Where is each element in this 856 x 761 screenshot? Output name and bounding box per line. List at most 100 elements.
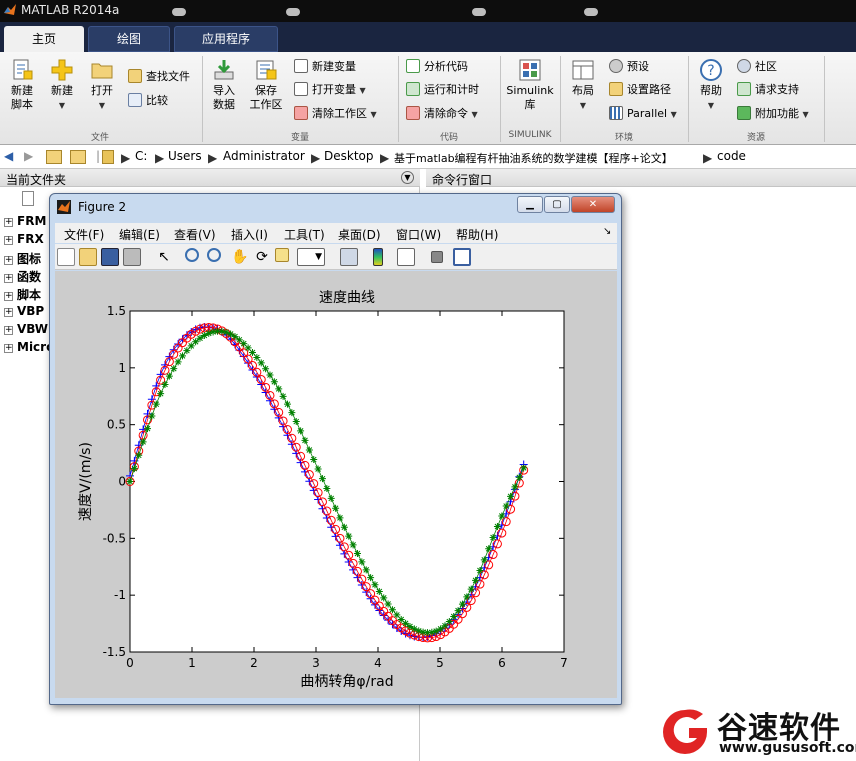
tab-home[interactable]: 主页 bbox=[4, 26, 84, 52]
folder-item[interactable]: + FRX bbox=[4, 232, 44, 246]
x-tick-label: 3 bbox=[312, 656, 320, 670]
chevron-down-icon: ▼ bbox=[579, 101, 587, 110]
new-script-button[interactable]: 新建 脚本 bbox=[4, 58, 40, 112]
breadcrumb-administrator[interactable]: Administrator bbox=[223, 149, 305, 163]
tab-apps[interactable]: 应用程序 bbox=[174, 26, 278, 52]
minimize-button[interactable]: ▁ bbox=[517, 196, 543, 213]
breadcrumb-users[interactable]: Users bbox=[168, 149, 202, 163]
pan-hand-icon[interactable]: ✋ bbox=[231, 248, 249, 266]
folder-item[interactable]: + VBW bbox=[4, 322, 48, 336]
preferences-button[interactable]: 预设 bbox=[609, 58, 649, 76]
pointer-icon[interactable]: ↖ bbox=[155, 248, 173, 266]
folder-item[interactable]: + 图标 bbox=[4, 250, 41, 267]
open-variable-button[interactable]: 打开变量 ▼ bbox=[294, 81, 366, 99]
request-support-label: 请求支持 bbox=[755, 83, 799, 96]
expand-icon[interactable]: + bbox=[4, 218, 13, 227]
folder-item[interactable]: + FRM bbox=[4, 214, 46, 228]
rotate-3d-icon[interactable]: ⟳ bbox=[253, 248, 271, 266]
expand-icon[interactable]: + bbox=[4, 236, 13, 245]
browse-folder-icon[interactable] bbox=[70, 150, 86, 164]
current-folder-header: 当前文件夹 ▼ bbox=[0, 169, 420, 187]
open-file-icon[interactable] bbox=[79, 248, 97, 266]
request-support-button[interactable]: 请求支持 bbox=[737, 81, 799, 99]
breadcrumb-project-folder[interactable]: 基于matlab编程有杆抽油系统的数学建模【程序+论文】 bbox=[394, 150, 673, 166]
parallel-button[interactable]: Parallel ▼ bbox=[609, 105, 677, 123]
expand-icon[interactable]: + bbox=[4, 344, 13, 353]
breadcrumb-code[interactable]: code bbox=[717, 149, 746, 163]
open-label: 打开 bbox=[91, 84, 113, 97]
menu-view[interactable]: 查看(V) bbox=[174, 226, 216, 243]
folder-icon bbox=[91, 63, 113, 79]
tab-plots[interactable]: 绘图 bbox=[88, 26, 170, 52]
compare-button[interactable]: 比较 bbox=[128, 92, 168, 110]
folder-item[interactable]: + VBP bbox=[4, 304, 44, 318]
colorbar-icon[interactable] bbox=[373, 248, 383, 266]
menu-edit[interactable]: 编辑(E) bbox=[119, 226, 160, 243]
series-point bbox=[130, 465, 138, 473]
menu-file[interactable]: 文件(F) bbox=[64, 226, 104, 243]
community-button[interactable]: 社区 bbox=[737, 58, 777, 76]
hide-tools-icon[interactable] bbox=[431, 251, 443, 263]
menu-desktop[interactable]: 桌面(D) bbox=[338, 226, 381, 243]
link-plot-icon[interactable] bbox=[340, 248, 358, 266]
series-point bbox=[275, 385, 283, 393]
command-window-header: 命令行窗口 bbox=[426, 169, 856, 187]
expand-icon[interactable]: + bbox=[4, 292, 13, 301]
parallel-icon bbox=[609, 106, 623, 120]
menu-insert[interactable]: 插入(I) bbox=[231, 226, 268, 243]
analyze-code-button[interactable]: 分析代码 bbox=[406, 58, 468, 76]
panel-menu-icon[interactable]: ▼ bbox=[401, 171, 414, 184]
expand-icon[interactable]: + bbox=[4, 274, 13, 283]
expand-icon[interactable]: + bbox=[4, 256, 13, 265]
menu-tools[interactable]: 工具(T) bbox=[284, 226, 325, 243]
breadcrumb-drive[interactable]: C: bbox=[135, 149, 147, 163]
folder-item[interactable]: + 函数 bbox=[4, 268, 41, 285]
run-and-time-button[interactable]: 运行和计时 bbox=[406, 81, 479, 99]
help-button[interactable]: ? 帮助 ▼ bbox=[694, 58, 728, 113]
simulink-library-button[interactable]: Simulink 库 bbox=[504, 58, 556, 112]
folder-item[interactable]: + Micro bbox=[4, 340, 54, 354]
menu-window[interactable]: 窗口(W) bbox=[396, 226, 441, 243]
find-files-button[interactable]: 查找文件 bbox=[128, 68, 190, 86]
print-icon[interactable] bbox=[123, 248, 141, 266]
figure-title: Figure 2 bbox=[78, 200, 127, 214]
folder-icon bbox=[102, 150, 114, 164]
folder-item[interactable]: + 脚本 bbox=[4, 286, 41, 303]
addons-button[interactable]: 附加功能 ▼ bbox=[737, 105, 809, 123]
zoom-out-icon[interactable] bbox=[207, 248, 221, 262]
expand-icon[interactable]: + bbox=[4, 308, 13, 317]
clear-workspace-button[interactable]: 清除工作区 ▼ bbox=[294, 105, 377, 123]
maximize-button[interactable]: ▢ bbox=[544, 196, 570, 213]
new-figure-icon[interactable] bbox=[57, 248, 75, 266]
brush-icon[interactable]: ▼ bbox=[297, 248, 325, 266]
layout-button[interactable]: 布局 ▼ bbox=[566, 58, 600, 113]
legend-icon[interactable] bbox=[397, 248, 415, 266]
save-workspace-button[interactable]: 保存 工作区 bbox=[246, 58, 286, 112]
series-point bbox=[380, 594, 388, 602]
open-button[interactable]: 打开 ▼ bbox=[84, 58, 120, 113]
back-icon[interactable]: ◀ bbox=[4, 149, 13, 163]
analyze-icon bbox=[406, 59, 420, 73]
menu-help[interactable]: 帮助(H) bbox=[456, 226, 498, 243]
close-button[interactable]: ✕ bbox=[571, 196, 615, 213]
new-variable-button[interactable]: 新建变量 bbox=[294, 58, 356, 76]
show-tools-icon[interactable] bbox=[453, 248, 471, 266]
series-point bbox=[310, 456, 318, 464]
dock-arrow-icon[interactable]: ↘ bbox=[603, 226, 611, 237]
import-data-button[interactable]: 导入 数据 bbox=[206, 58, 242, 112]
clear-commands-button[interactable]: 清除命令 ▼ bbox=[406, 105, 478, 123]
titlebar-blur bbox=[584, 8, 598, 16]
expand-icon[interactable]: + bbox=[4, 326, 13, 335]
zoom-in-icon[interactable] bbox=[185, 248, 199, 262]
new-button[interactable]: 新建 ▼ bbox=[44, 58, 80, 113]
save-icon[interactable] bbox=[101, 248, 119, 266]
new-script-icon bbox=[13, 59, 33, 80]
figure-canvas[interactable]: 速度曲线 0 1 2 3 4 5 6 7 -1.5 -1 -0.5 0 0.5 1 1.5 曲柄转角φ/rad 速… bbox=[55, 271, 617, 698]
series-point bbox=[279, 392, 287, 400]
breadcrumb-desktop[interactable]: Desktop bbox=[324, 149, 374, 163]
series-point bbox=[340, 523, 348, 531]
up-folder-icon[interactable] bbox=[46, 150, 62, 164]
data-cursor-icon[interactable] bbox=[275, 248, 289, 262]
set-path-button[interactable]: 设置路径 bbox=[609, 81, 671, 99]
forward-icon[interactable]: ▶ bbox=[24, 149, 33, 163]
